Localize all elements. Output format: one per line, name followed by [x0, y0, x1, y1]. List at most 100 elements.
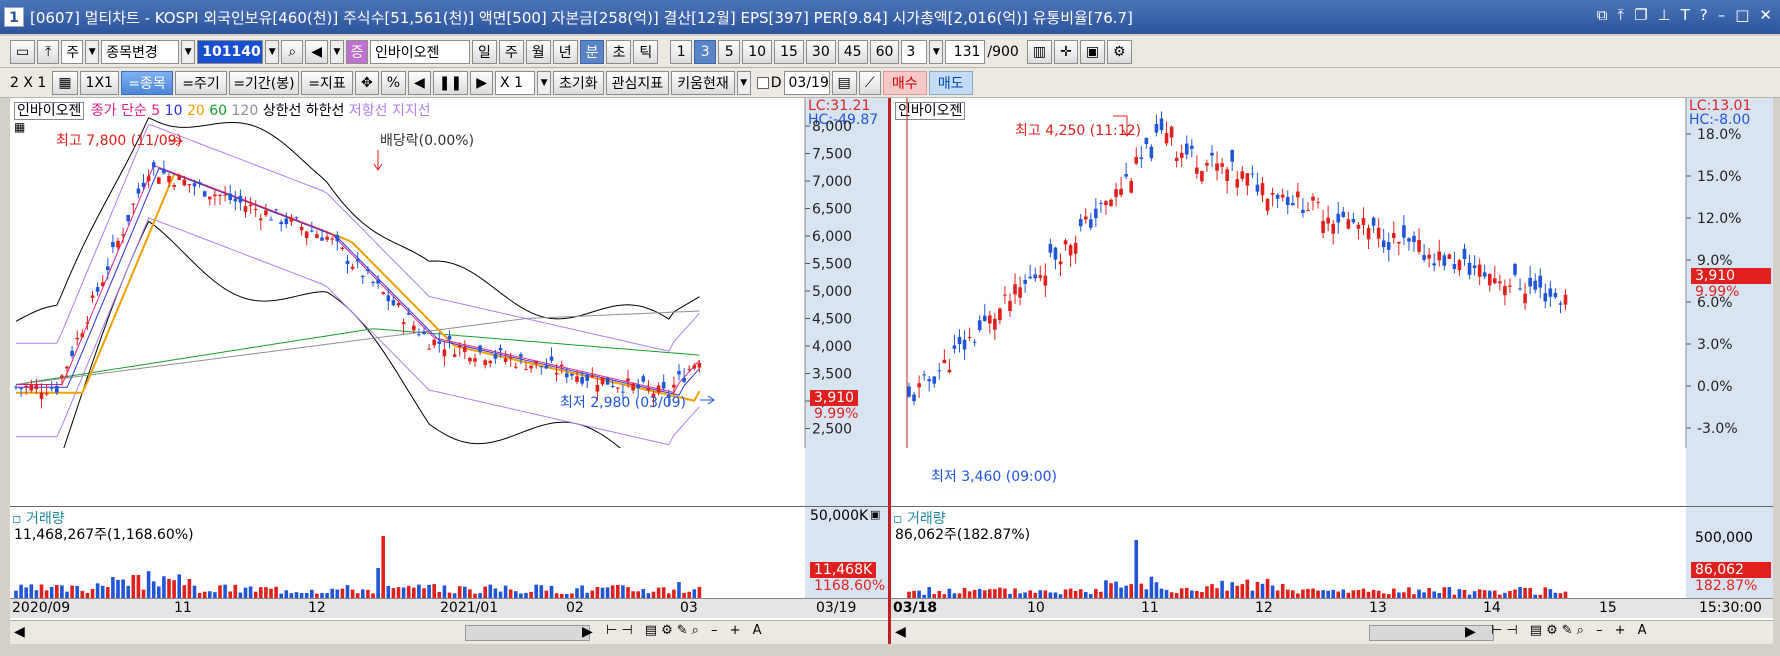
- stock-change-select[interactable]: 종목변경: [101, 39, 180, 64]
- candle-body: [126, 214, 130, 222]
- help-icon[interactable]: ?: [1700, 6, 1708, 24]
- interval-30[interactable]: 30: [805, 39, 836, 64]
- minimize-icon[interactable]: –: [1718, 6, 1726, 24]
- count-input[interactable]: 131: [945, 39, 986, 64]
- candle-body: [1094, 208, 1098, 219]
- kiwoom-current-button[interactable]: 키움현재: [671, 70, 735, 95]
- gear-icon[interactable]: ⚙: [1107, 39, 1132, 64]
- candle-body: [947, 369, 952, 373]
- multiplier-select[interactable]: X 1: [495, 70, 536, 95]
- right-volume-chart[interactable]: [891, 507, 1686, 598]
- candle-body: [1356, 224, 1361, 229]
- toolbar-sub: 2 X 1 ▦ 1X1 =종목 =주기 =기간(봉) =지표 ✥ % ◀ ❚❚ …: [0, 68, 1780, 98]
- interval-60[interactable]: 60: [869, 39, 900, 64]
- type-select[interactable]: 주: [61, 39, 84, 64]
- chevron-down-icon[interactable]: ▼: [736, 70, 751, 95]
- tack-icon[interactable]: ⊥: [1658, 6, 1671, 24]
- close-icon[interactable]: ✕: [1759, 6, 1772, 24]
- chevron-down-icon[interactable]: ▼: [181, 39, 196, 64]
- search-icon[interactable]: ⌕: [281, 39, 304, 64]
- interval-45[interactable]: 45: [837, 39, 868, 64]
- left-price-chart[interactable]: 8,000 7,500 7,000 6,500 6,000 5,500 5,000 4,500…: [10, 98, 888, 448]
- volume-bar: [1316, 590, 1320, 598]
- volume-close-icon[interactable]: ▣: [870, 508, 880, 521]
- next-icon[interactable]: ▶: [470, 70, 494, 95]
- stock-name-field[interactable]: 인바이오젠: [370, 39, 471, 64]
- scroll-right-icon[interactable]: ▶: [1465, 624, 1476, 640]
- chevron-down-icon[interactable]: ▼: [929, 39, 944, 64]
- interval-3[interactable]: 3: [694, 39, 717, 64]
- calendar-icon[interactable]: ▤: [831, 70, 857, 95]
- maximize-icon[interactable]: □: [1735, 6, 1749, 24]
- sound-icon[interactable]: ◀: [305, 39, 329, 64]
- save-icon[interactable]: ▣: [1079, 39, 1106, 64]
- candle-body: [243, 206, 248, 213]
- period-month[interactable]: 월: [525, 39, 551, 64]
- sync-stock-button[interactable]: =종목: [120, 70, 173, 95]
- right-chart-pane[interactable]: 인바이오젠 LC:13.01 HC:-8.00 18.0% 15.0% 12.0% 9…: [891, 98, 1773, 620]
- period-day[interactable]: 일: [472, 39, 497, 64]
- candle-body: [549, 356, 554, 361]
- prev-icon[interactable]: ◀: [408, 70, 431, 95]
- zoom-controls-icon[interactable]: ⊢⊣ ▤⚙✎⌕ – + A: [606, 623, 766, 638]
- period-year[interactable]: 년: [552, 39, 578, 64]
- candle-body: [687, 369, 691, 371]
- left-scrollbar[interactable]: ◀ ▶ ⊢⊣ ▤⚙✎⌕ – + A: [10, 620, 888, 644]
- interval-10[interactable]: 10: [742, 39, 773, 64]
- zoom-controls-icon[interactable]: ⊢⊣ ▤⚙✎⌕ – + A: [1491, 623, 1651, 638]
- candle-body: [1270, 192, 1275, 195]
- reset-button[interactable]: 초기화: [553, 70, 604, 95]
- date-input[interactable]: 03/19: [783, 70, 830, 95]
- scroll-left-icon[interactable]: ◀: [895, 624, 906, 640]
- pause-icon[interactable]: ❚❚: [432, 70, 469, 95]
- watch-indicator-button[interactable]: 관심지표: [605, 70, 670, 95]
- interval-5[interactable]: 5: [718, 39, 741, 64]
- layout-1x1[interactable]: 1X1: [79, 70, 119, 95]
- screen-icon[interactable]: ▭: [10, 39, 36, 64]
- chevron-down-icon[interactable]: ▼: [85, 39, 100, 64]
- sell-button[interactable]: 매도: [928, 70, 973, 95]
- candle-body: [982, 315, 987, 322]
- buy-button[interactable]: 매수: [882, 70, 927, 95]
- percent-button[interactable]: %: [380, 70, 406, 95]
- sync-period-button[interactable]: =주기: [174, 70, 227, 95]
- sync-indicator-button[interactable]: =지표: [300, 70, 353, 95]
- date-checkbox[interactable]: [756, 76, 769, 89]
- candle-body: [361, 275, 365, 278]
- left-chart-pane[interactable]: 인바이오젠 종가 단순 5 10 20 60 120 상한선 하한선 저항선 지…: [10, 98, 888, 620]
- chevron-down-icon[interactable]: ▼: [265, 39, 280, 64]
- interval-15[interactable]: 15: [774, 39, 804, 64]
- period-minute[interactable]: 분: [579, 39, 605, 64]
- scroll-right-icon[interactable]: ▶: [582, 624, 593, 640]
- interval-input[interactable]: 3: [901, 39, 928, 64]
- candle-body: [1159, 118, 1164, 131]
- volume-bar: [1013, 588, 1017, 598]
- right-scrollbar[interactable]: ◀ ▶ ⊢⊣ ▤⚙✎⌕ – + A: [891, 620, 1773, 644]
- cascade-icon[interactable]: ❐: [1634, 6, 1647, 24]
- sync-range-button[interactable]: =기간(봉): [228, 70, 299, 95]
- period-tick[interactable]: 틱: [633, 39, 659, 64]
- chevron-down-icon[interactable]: ▼: [330, 39, 345, 64]
- pin-toolbar-icon[interactable]: ⤒: [37, 39, 60, 64]
- code-input[interactable]: 101140: [197, 39, 264, 64]
- chart-type-icon[interactable]: ▥: [1026, 39, 1053, 64]
- pin-icon[interactable]: ⤒: [1617, 6, 1624, 24]
- crosshair-icon[interactable]: ✛: [1054, 39, 1078, 64]
- font-icon[interactable]: T: [1681, 6, 1690, 24]
- left-volume-chart[interactable]: [10, 507, 805, 598]
- volume-bar: [19, 584, 23, 598]
- candle-body: [1043, 275, 1048, 286]
- draw-icon[interactable]: ⟋: [858, 70, 881, 95]
- candle-body: [253, 209, 258, 211]
- interval-1[interactable]: 1: [670, 39, 693, 64]
- move-icon[interactable]: ✥: [354, 70, 379, 95]
- period-second[interactable]: 초: [606, 39, 632, 64]
- period-week[interactable]: 주: [498, 39, 524, 64]
- right-price-chart[interactable]: 18.0%15.0%12.0%9.0%6.0%3.0%0.0%-3.0%: [891, 98, 1773, 448]
- grid-icon[interactable]: ▦: [52, 70, 78, 95]
- scroll-left-icon[interactable]: ◀: [14, 624, 25, 640]
- link-icon[interactable]: ⧉: [1597, 6, 1608, 24]
- candle-body: [600, 377, 605, 385]
- scroll-thumb[interactable]: [465, 625, 590, 641]
- chevron-down-icon[interactable]: ▼: [537, 70, 552, 95]
